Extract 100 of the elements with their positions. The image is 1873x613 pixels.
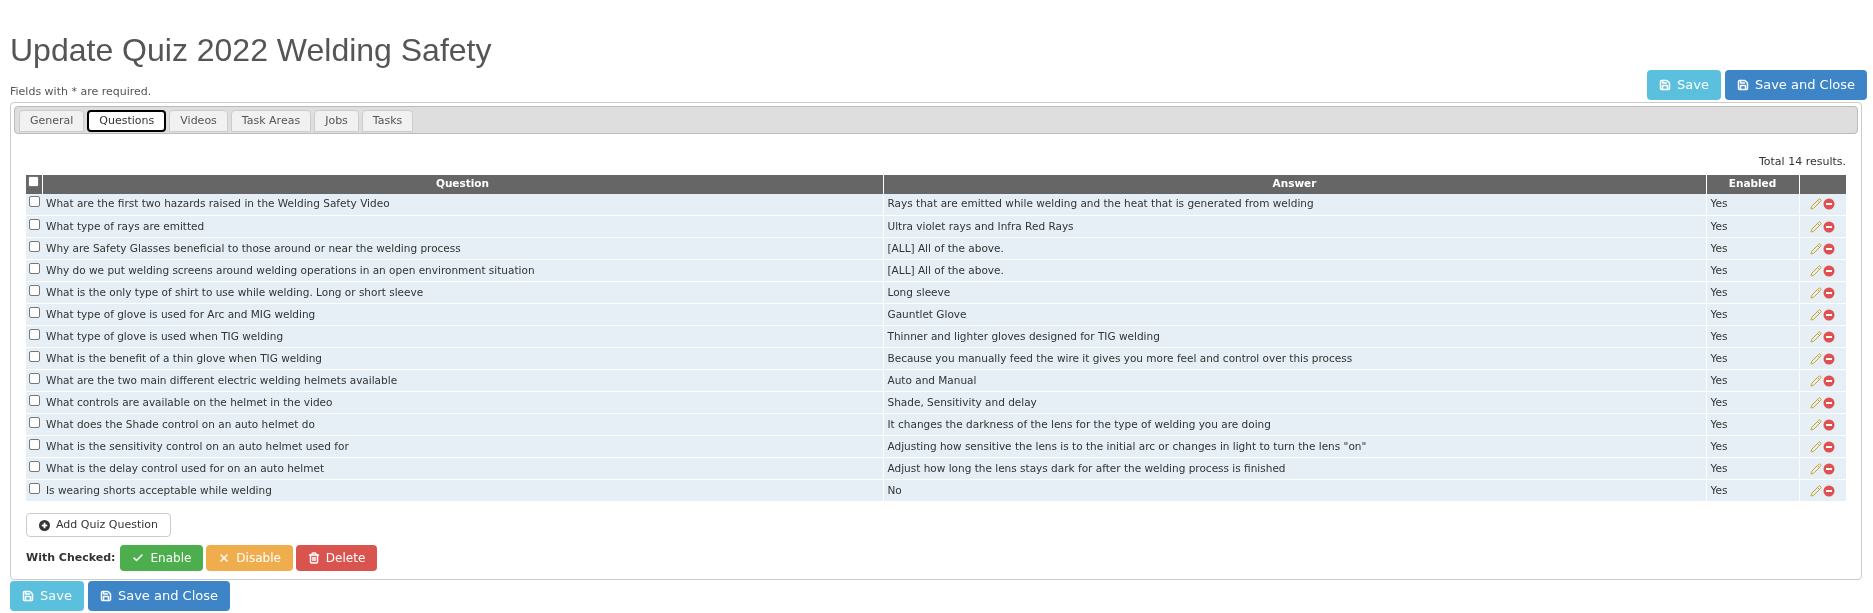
row-checkbox[interactable] xyxy=(28,306,40,318)
pencil-icon[interactable] xyxy=(1810,286,1823,299)
enabled-text: Yes xyxy=(1710,395,1728,408)
column-header: Answer xyxy=(883,174,1706,194)
remove-icon[interactable] xyxy=(1823,286,1836,299)
tab[interactable]: Videos xyxy=(169,110,228,132)
remove-icon[interactable] xyxy=(1823,220,1836,233)
enabled-text: Yes xyxy=(1710,307,1728,320)
pencil-icon[interactable] xyxy=(1810,198,1823,211)
answer-text: Rays that are emitted while welding and the heat that is generated from welding xyxy=(887,197,1314,210)
remove-icon[interactable] xyxy=(1823,462,1836,475)
pencil-icon[interactable] xyxy=(1810,418,1823,431)
remove-icon[interactable] xyxy=(1823,264,1836,277)
pencil-icon[interactable] xyxy=(1810,396,1823,409)
pencil-icon[interactable] xyxy=(1810,440,1823,453)
pencil-icon[interactable] xyxy=(1810,462,1823,475)
trash-icon xyxy=(307,552,320,564)
enabled-text: Yes xyxy=(1710,219,1728,232)
results-count: Total 14 results. xyxy=(1758,154,1846,170)
pencil-icon[interactable] xyxy=(1810,330,1823,343)
remove-icon[interactable] xyxy=(1823,308,1836,321)
tab[interactable]: Tasks xyxy=(361,110,414,132)
row-checkbox[interactable] xyxy=(28,328,40,340)
answer-text: It changes the darkness of the lens for the type of welding you are doing xyxy=(887,417,1271,430)
remove-icon[interactable] xyxy=(1823,440,1836,453)
answer-text: [ALL] All of the above. xyxy=(887,241,1004,254)
remove-icon[interactable] xyxy=(1823,330,1836,343)
tab[interactable]: Jobs xyxy=(314,110,359,132)
answer-text: Thinner and lighter gloves designed for TIG welding xyxy=(887,329,1160,342)
row-checkbox[interactable] xyxy=(28,460,40,472)
row-checkbox[interactable] xyxy=(28,482,40,494)
x-icon xyxy=(218,552,231,564)
question-text: Why do we put welding screens around welding operations in an open environment situation xyxy=(46,263,535,276)
row-checkbox[interactable] xyxy=(28,416,40,428)
answer-text: Gauntlet Glove xyxy=(887,307,967,320)
remove-icon[interactable] xyxy=(1823,418,1836,431)
with-checked-label: With Checked: xyxy=(26,549,116,566)
check-icon xyxy=(132,552,145,564)
row-checkbox[interactable] xyxy=(28,438,40,450)
question-text: What is the sensitivity control on an auto helmet used for xyxy=(46,439,349,452)
answer-text: Adjust how long the lens stays dark for after the welding process is finished xyxy=(887,461,1286,474)
tab[interactable]: Questions xyxy=(87,110,167,132)
row-checkbox[interactable] xyxy=(28,240,40,252)
enabled-text: Yes xyxy=(1710,439,1728,452)
enabled-text: Yes xyxy=(1710,329,1728,342)
question-text: What type of glove is used for Arc and MIG welding xyxy=(46,307,316,320)
add-quiz-question-button[interactable]: Add Quiz Question xyxy=(26,513,171,537)
enabled-text: Yes xyxy=(1710,285,1728,298)
enabled-text: Yes xyxy=(1710,373,1728,386)
tab[interactable]: General xyxy=(19,110,85,132)
question-text: What are the first two hazards raised in the Welding Safety Video xyxy=(46,197,390,210)
answer-text: Auto and Manual xyxy=(887,373,977,386)
answer-text: Because you manually feed the wire it gives you more feel and control over this process xyxy=(887,351,1353,364)
question-text: What controls are available on the helmet in the video xyxy=(46,395,333,408)
enabled-text: Yes xyxy=(1710,197,1728,210)
column-header: Question xyxy=(42,174,883,194)
answer-text: Adjusting how sensitive the lens is to the initial arc or changes in light to turn the lens "on" xyxy=(887,439,1367,452)
question-text: Why are Safety Glasses beneficial to those around or near the welding process xyxy=(46,241,461,254)
select-all-checkbox[interactable] xyxy=(28,176,40,188)
answer-text: No xyxy=(887,483,902,496)
pencil-icon[interactable] xyxy=(1810,374,1823,387)
enabled-text: Yes xyxy=(1710,263,1728,276)
row-checkbox[interactable] xyxy=(28,284,40,296)
tab[interactable]: Task Areas xyxy=(230,110,312,132)
row-checkbox[interactable] xyxy=(28,196,40,208)
remove-icon[interactable] xyxy=(1823,198,1836,211)
question-text: What is the benefit of a thin glove when TIG welding xyxy=(46,351,322,364)
question-text: What is the delay control used for on an auto helmet xyxy=(46,461,324,474)
save-and-close-button[interactable]: Save and Close xyxy=(1724,70,1867,100)
question-text: Is wearing shorts acceptable while welding xyxy=(46,483,272,496)
question-text: What type of glove is used when TIG welding xyxy=(46,329,284,342)
pencil-icon[interactable] xyxy=(1810,242,1823,255)
remove-icon[interactable] xyxy=(1823,242,1836,255)
answer-text: Ultra violet rays and Infra Red Rays xyxy=(887,219,1074,232)
question-text: What type of rays are emitted xyxy=(46,219,205,232)
remove-icon[interactable] xyxy=(1823,352,1836,365)
enabled-text: Yes xyxy=(1710,483,1728,496)
pencil-icon[interactable] xyxy=(1810,264,1823,277)
header-cell xyxy=(1799,174,1846,194)
delete-button[interactable]: Delete xyxy=(295,545,378,571)
row-checkbox[interactable] xyxy=(28,372,40,384)
row-checkbox[interactable] xyxy=(28,262,40,274)
question-text: What does the Shade control on an auto helmet do xyxy=(46,417,315,430)
pencil-icon[interactable] xyxy=(1810,308,1823,321)
remove-icon[interactable] xyxy=(1823,484,1836,497)
row-checkbox[interactable] xyxy=(28,350,40,362)
row-checkbox[interactable] xyxy=(28,394,40,406)
remove-icon[interactable] xyxy=(1823,396,1836,409)
answer-text: [ALL] All of the above. xyxy=(887,263,1004,276)
row-checkbox[interactable] xyxy=(28,218,40,230)
plus-circle-icon xyxy=(39,519,50,531)
enabled-text: Yes xyxy=(1710,241,1728,254)
pencil-icon[interactable] xyxy=(1810,484,1823,497)
required-note: Fields with * are required. xyxy=(10,83,152,100)
remove-icon[interactable] xyxy=(1823,374,1836,387)
pencil-icon[interactable] xyxy=(1810,352,1823,365)
save-and-close-button[interactable]: Save and Close xyxy=(87,581,230,611)
column-header: Enabled xyxy=(1706,174,1799,194)
enabled-text: Yes xyxy=(1710,351,1728,364)
pencil-icon[interactable] xyxy=(1810,220,1823,233)
